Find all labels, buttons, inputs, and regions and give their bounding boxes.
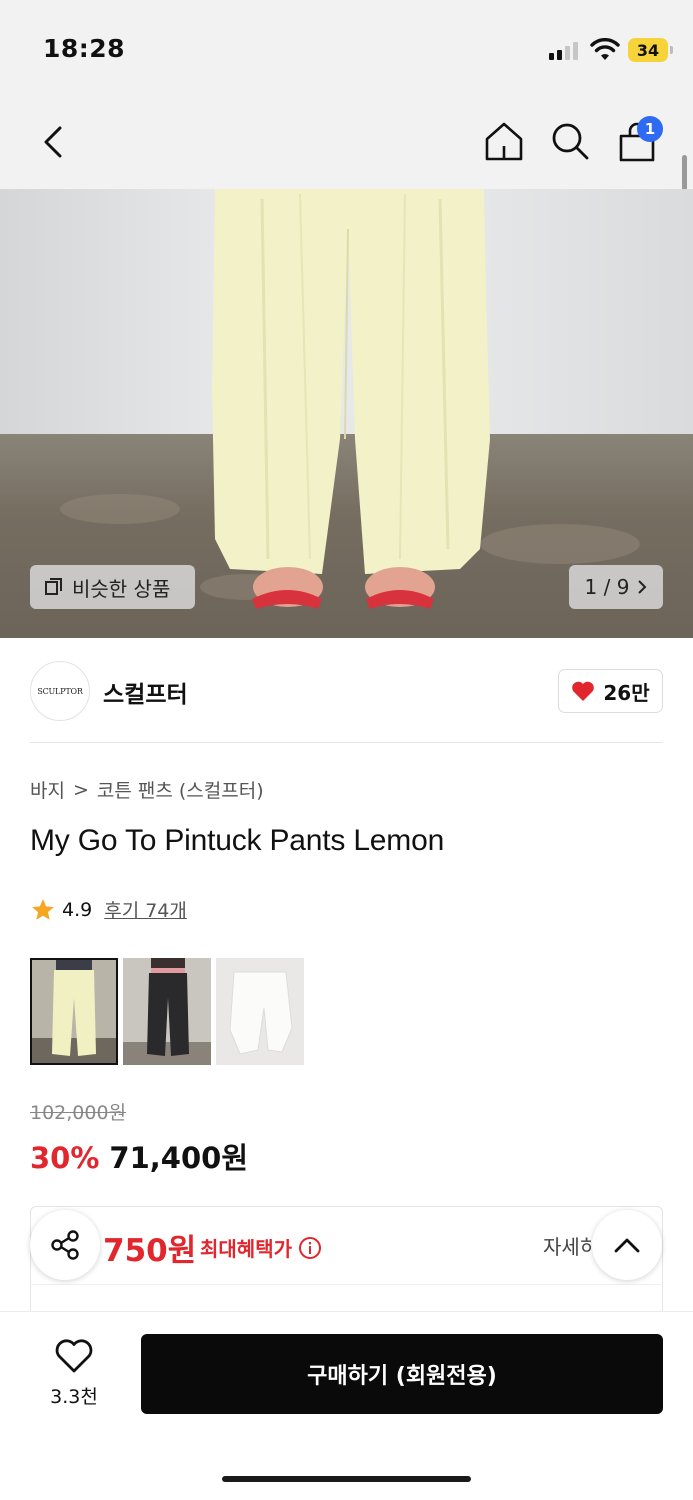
status-bar: 18:28 34 — [0, 0, 693, 100]
color-thumbnails — [30, 958, 304, 1065]
similar-products-label: 비슷한 상품 — [72, 576, 171, 601]
heart-outline-icon — [55, 1339, 93, 1373]
scroll-top-button[interactable] — [592, 1210, 662, 1280]
rating-score: 4.9 — [62, 898, 93, 921]
similar-products-icon — [45, 578, 62, 595]
battery-indicator: 34 — [628, 38, 673, 62]
chevron-right-icon — [638, 580, 647, 594]
sale-price-row: 30% 71,400원 — [30, 1135, 248, 1177]
battery-level: 34 — [636, 40, 660, 60]
original-price: 102,000원 — [30, 1102, 127, 1124]
max-benefit-label: 최대혜택가 — [200, 1237, 292, 1261]
breadcrumb-category[interactable]: 바지 — [30, 776, 65, 803]
status-time: 18:28 — [43, 34, 126, 63]
star-icon — [32, 898, 54, 920]
image-pager-button[interactable]: 1 / 9 — [569, 565, 663, 609]
share-icon — [51, 1230, 79, 1260]
home-icon[interactable] — [483, 120, 525, 162]
similar-products-button[interactable]: 비슷한 상품 — [30, 565, 195, 609]
heart-filled-icon — [572, 681, 595, 701]
chevron-up-icon — [614, 1238, 640, 1253]
review-count-link[interactable]: 후기 74개 — [104, 896, 187, 923]
buy-button[interactable]: 구매하기 (회원전용) — [141, 1334, 663, 1414]
back-arrow-icon[interactable] — [38, 120, 70, 164]
thumbnail-black[interactable] — [123, 958, 211, 1065]
brand-like-button[interactable]: 26만 — [558, 669, 663, 713]
benefit-detail-link[interactable]: 자세히 — [543, 1231, 591, 1260]
sale-price: 71,400원 — [109, 1141, 249, 1175]
info-icon[interactable] — [298, 1236, 322, 1260]
breadcrumb-separator: > — [72, 778, 89, 801]
home-indicator[interactable] — [222, 1476, 471, 1482]
wishlist-count: 3.3천 — [50, 1386, 98, 1408]
thumbnail-lemon[interactable] — [30, 958, 118, 1065]
brand-name[interactable]: 스컬프터 — [103, 675, 188, 709]
rating-row: 4.9 후기 74개 — [30, 896, 187, 923]
search-icon[interactable] — [549, 120, 591, 162]
cart-count-badge: 1 — [637, 116, 663, 142]
cellular-signal-icon — [549, 42, 578, 60]
buy-button-label: 구매하기 (회원전용) — [307, 1364, 497, 1389]
brand-logo-text: SCULPTOR — [37, 686, 83, 696]
brand-like-count: 26만 — [603, 680, 650, 705]
brand-logo[interactable]: SCULPTOR — [30, 661, 90, 721]
thumbnail-white[interactable] — [216, 958, 304, 1065]
product-title: My Go To Pintuck Pants Lemon — [30, 824, 445, 857]
wishlist-button[interactable]: 3.3천 — [40, 1338, 108, 1409]
image-pager-label: 1 / 9 — [584, 575, 630, 599]
breadcrumb: 바지 > 코튼 팬츠 (스컬프터) — [30, 776, 264, 803]
divider — [30, 742, 663, 743]
divider — [30, 1284, 663, 1285]
share-button[interactable] — [30, 1210, 100, 1280]
max-benefit-amount: 750원 — [103, 1233, 197, 1269]
max-benefit-label-row: 최대혜택가 — [200, 1233, 322, 1262]
top-nav — [0, 100, 693, 189]
discount-rate: 30% — [30, 1141, 100, 1175]
breadcrumb-subcategory[interactable]: 코튼 팬츠 (스컬프터) — [97, 776, 264, 803]
wifi-icon — [590, 38, 620, 60]
